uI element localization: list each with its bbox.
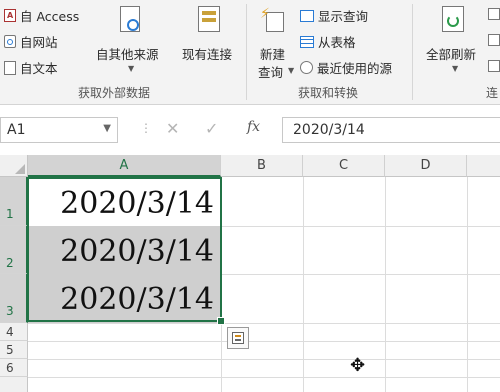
external-data-group-label: 获取外部数据: [78, 86, 151, 100]
name-box-value: A1: [7, 122, 26, 138]
from-access-button[interactable]: A 自 Access: [4, 6, 79, 25]
connections-small-button[interactable]: [488, 8, 500, 20]
chevron-down-icon[interactable]: ▼: [103, 123, 111, 134]
row-header-3[interactable]: 3: [0, 274, 28, 323]
new-query-icon: ⚡: [260, 6, 286, 34]
cell-cursor-icon: ✥: [350, 355, 366, 376]
column-header-b[interactable]: B: [221, 155, 303, 177]
gridline: [28, 323, 500, 324]
group-separator: [246, 4, 247, 100]
row-header-5[interactable]: 5: [0, 341, 28, 359]
from-text-button[interactable]: 自文本: [4, 58, 58, 77]
recent-sources-button[interactable]: 最近使用的源: [300, 58, 392, 77]
existing-connections-icon: [198, 6, 220, 32]
enter-icon[interactable]: ✓: [205, 119, 218, 138]
formula-input[interactable]: 2020/3/14: [282, 117, 500, 143]
new-query-label-1: 新建: [260, 47, 286, 62]
from-access-label: 自 Access: [20, 9, 80, 24]
other-sources-button[interactable]: 自其他来源 ▼: [96, 2, 170, 82]
gridline: [28, 359, 500, 360]
other-sources-label: 自其他来源: [96, 47, 159, 62]
insert-function-button[interactable]: fx: [247, 119, 260, 135]
column-header-a[interactable]: A: [28, 155, 221, 177]
cell-a2[interactable]: 2020/3/14: [28, 226, 221, 274]
refresh-all-button[interactable]: 全部刷新 ▼: [424, 2, 486, 82]
worksheet-grid: A B C D 1 2 3 4 5 6 2020/3/14 2020/3/14 …: [0, 155, 500, 392]
show-queries-icon: [300, 9, 314, 22]
ribbon: A 自 Access 自网站 自文本 自其他来源 ▼ 现有连接 获取外部数据 ⚡: [0, 0, 500, 105]
cancel-icon[interactable]: ✕: [166, 119, 179, 138]
from-web-label: 自网站: [20, 35, 58, 50]
existing-connections-label: 现有连接: [182, 47, 233, 62]
column-header-d[interactable]: D: [385, 155, 467, 177]
cell-a1[interactable]: 2020/3/14: [28, 177, 221, 226]
row-header-1[interactable]: 1: [0, 177, 28, 226]
edit-links-icon: [488, 60, 500, 72]
chevron-down-icon: ▼: [128, 64, 135, 73]
properties-icon: [488, 34, 500, 46]
gridline: [28, 341, 500, 342]
quick-analysis-button[interactable]: [227, 327, 249, 349]
new-query-label-2: 查询: [258, 65, 284, 80]
table-icon: [300, 35, 314, 48]
column-header-c[interactable]: C: [303, 155, 385, 177]
gridline: [28, 377, 500, 378]
column-header-e[interactable]: [467, 155, 500, 177]
other-sources-icon: [120, 6, 140, 32]
row-header-2[interactable]: 2: [0, 226, 28, 274]
row-header-7[interactable]: [0, 377, 28, 392]
show-queries-button[interactable]: 显示查询: [300, 6, 368, 25]
from-table-button[interactable]: 从表格: [300, 32, 356, 51]
from-table-label: 从表格: [318, 35, 356, 50]
text-file-icon: [4, 60, 16, 75]
access-icon: A: [4, 9, 16, 22]
from-text-label: 自文本: [20, 61, 58, 76]
existing-connections-button[interactable]: 现有连接: [180, 2, 242, 82]
from-web-button[interactable]: 自网站: [4, 32, 58, 51]
formula-value: 2020/3/14: [293, 122, 365, 138]
transform-group-label: 获取和转换: [298, 86, 359, 100]
refresh-all-label: 全部刷新: [426, 47, 477, 62]
row-header-6[interactable]: 6: [0, 359, 28, 377]
refresh-icon: [442, 6, 464, 32]
new-query-button[interactable]: ⚡ 新建 查询 ▼: [252, 2, 296, 82]
recent-sources-icon: [300, 61, 313, 74]
recent-sources-label: 最近使用的源: [317, 61, 393, 76]
cell-a3[interactable]: 2020/3/14: [28, 274, 221, 323]
select-all-button[interactable]: [0, 155, 28, 177]
row-header-4[interactable]: 4: [0, 323, 28, 341]
chevron-down-icon: ▼: [452, 64, 459, 73]
group-separator: [412, 4, 413, 100]
quick-analysis-icon: [232, 332, 244, 344]
properties-small-button[interactable]: [488, 34, 500, 46]
edit-links-small-button[interactable]: [488, 60, 500, 72]
drag-handle-icon[interactable]: ⋮: [140, 121, 152, 135]
fill-handle[interactable]: [217, 317, 225, 325]
name-box[interactable]: A1 ▼: [0, 117, 118, 143]
chevron-down-icon: ▼: [288, 66, 295, 75]
connections-icon: [488, 8, 500, 20]
formula-bar: A1 ▼ ⋮ ✕ ✓ fx 2020/3/14: [0, 105, 500, 155]
globe-icon: [4, 35, 16, 48]
show-queries-label: 显示查询: [318, 9, 369, 24]
connections-group-label: 连: [486, 86, 499, 100]
